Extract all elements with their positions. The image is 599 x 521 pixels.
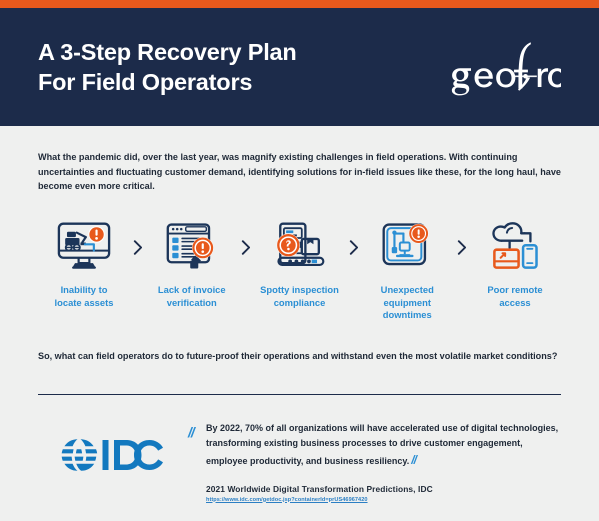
quote-text-wrapper: //By 2022, 70% of all organizations will… [188, 421, 561, 470]
quote-content: //By 2022, 70% of all organizations will… [188, 419, 561, 502]
cloud-remote-access-icon [486, 221, 544, 273]
monitor-excavator-alert-icon [55, 221, 113, 273]
challenge-item-1: Inability to locate assets [40, 221, 128, 309]
quote-text: By 2022, 70% of all organizations will h… [206, 423, 559, 466]
quote-section: //By 2022, 70% of all organizations will… [38, 419, 561, 503]
challenge-label-5: Poor remote access [487, 284, 543, 308]
intro-paragraph: What the pandemic did, over the last yea… [38, 152, 561, 192]
chevron-right-icon-4 [453, 221, 469, 273]
section-divider [38, 394, 561, 396]
geoforce-logo [451, 42, 561, 96]
chevron-right-icon-3 [345, 221, 361, 273]
open-quote-mark: // [188, 424, 195, 441]
chevron-right-icon-2 [238, 221, 254, 273]
midsection-paragraph: So, what can field operators do to futur… [38, 351, 558, 362]
challenge-label-3: Spotty inspection compliance [260, 284, 339, 308]
challenge-item-5: Poor remote access [471, 221, 559, 309]
page-content: What the pandemic did, over the last yea… [0, 150, 599, 503]
challenge-item-2: Lack of invoice verification [148, 221, 236, 309]
challenge-label-4: Unexpected equipment downtimes [380, 284, 434, 320]
page-title: A 3-Step Recovery Plan For Field Operato… [38, 37, 297, 97]
close-quote-mark: // [411, 452, 417, 467]
invoice-magnifier-alert-icon [163, 221, 221, 273]
challenges-row: Inability to locate assets Lack of invoi… [38, 221, 561, 321]
chevron-right-icon-1 [130, 221, 146, 273]
challenge-label-1: Inability to locate assets [54, 284, 114, 308]
equipment-downtime-alert-icon [378, 221, 436, 273]
challenge-item-3: Spotty inspection compliance [256, 221, 344, 309]
challenge-item-4: Unexpected equipment downtimes [363, 221, 451, 321]
top-accent-bar [0, 0, 599, 8]
page-header: A 3-Step Recovery Plan For Field Operato… [0, 8, 599, 126]
challenge-label-2: Lack of invoice verification [157, 284, 226, 308]
quote-source-link[interactable]: https://www.idc.com/getdoc.jsp?container… [188, 497, 561, 503]
page-title-line-2: For Field Operators [38, 69, 253, 95]
inspection-question-icon [271, 221, 329, 273]
idc-logo-wrapper [38, 419, 188, 475]
quote-source: 2021 Worldwide Digital Transformation Pr… [206, 483, 433, 494]
idc-logo [61, 439, 163, 471]
infographic-page: A 3-Step Recovery Plan For Field Operato… [0, 0, 599, 521]
page-title-line-1: A 3-Step Recovery Plan [38, 38, 297, 65]
